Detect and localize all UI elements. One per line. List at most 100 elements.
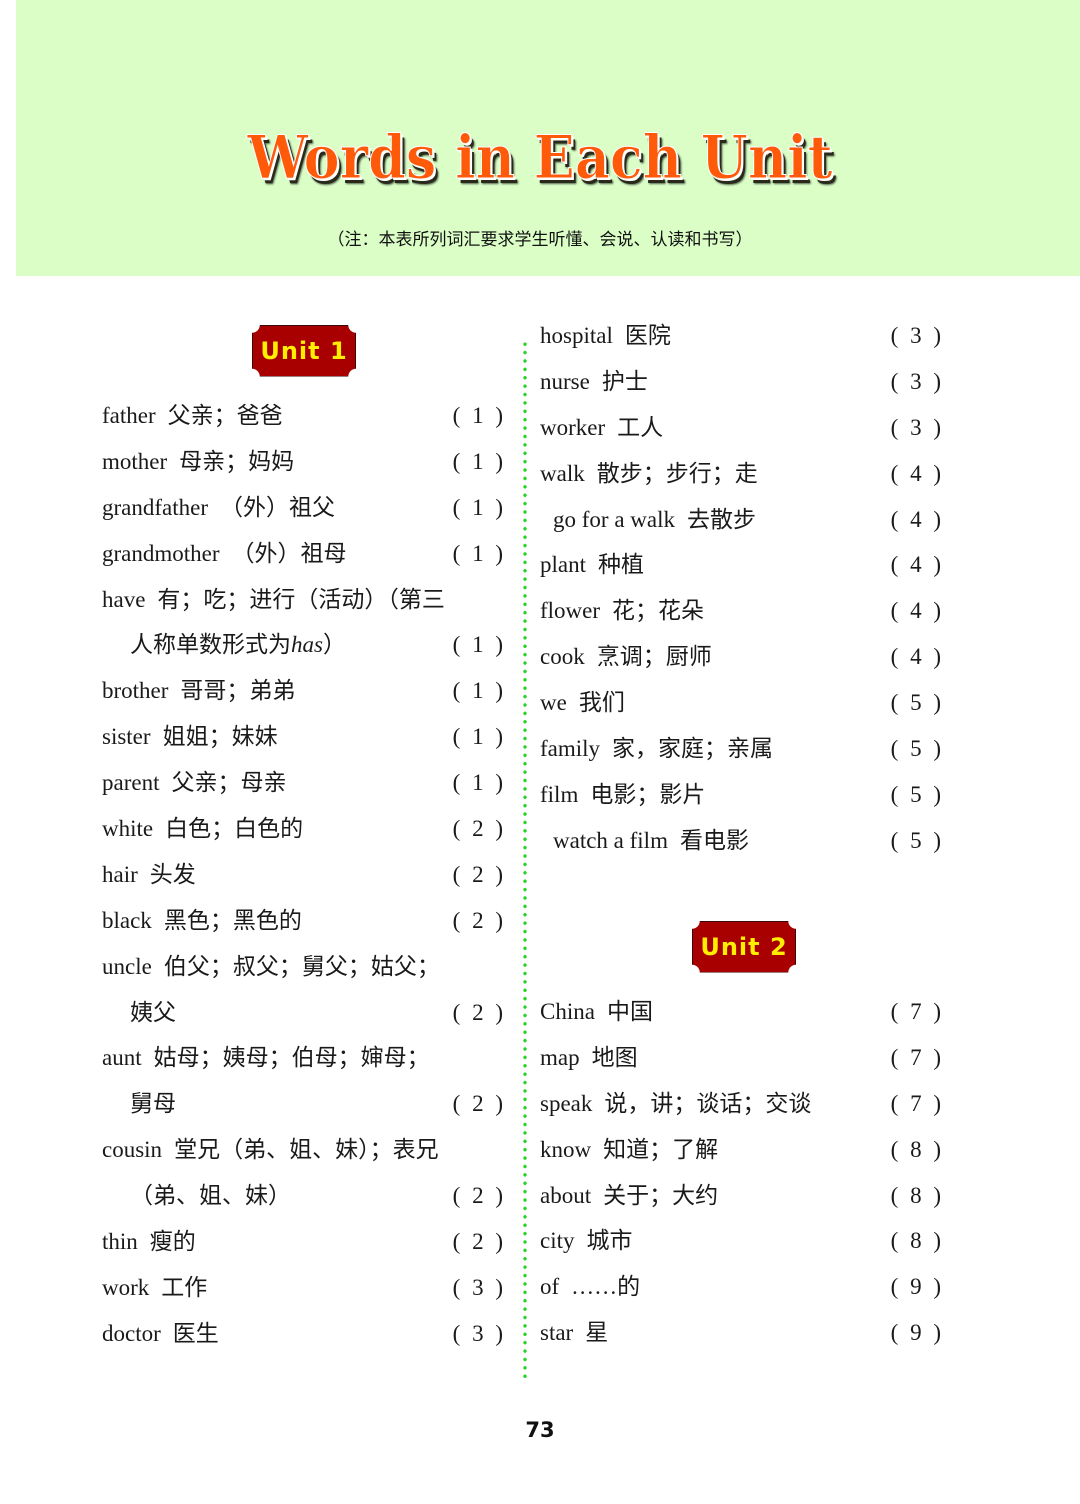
vocab-text: （弟、姐、妹） xyxy=(102,1183,291,1208)
vocab-text: aunt 姑母；姨母；伯母；婶母； xyxy=(102,1045,430,1070)
vocab-row: mother 母亲；妈妈 ( 1 ) xyxy=(102,439,506,485)
vocab-chinese: 医院 xyxy=(624,323,671,348)
unit-2-badge: Unit 2 xyxy=(692,921,796,973)
vocab-row: parent 父亲；母亲 ( 1 ) xyxy=(102,760,506,806)
vocab-row: family 家，家庭；亲属 ( 5 ) xyxy=(540,726,944,772)
vocab-english: about xyxy=(540,1182,592,1208)
unit-number: ( 1 ) xyxy=(452,403,506,428)
vocab-english: walk xyxy=(540,460,585,486)
unit-number: ( 7 ) xyxy=(890,999,944,1024)
unit-number: ( 2 ) xyxy=(452,1091,506,1117)
vocab-row: star 星 ( 9 ) xyxy=(540,1310,944,1356)
vocab-english: sister xyxy=(102,724,151,750)
vocab-text: 人称单数形式为has） xyxy=(102,632,346,657)
vocab-row: city 城市 ( 8 ) xyxy=(540,1218,944,1264)
vocab-row: （弟、姐、妹） ( 2 ) xyxy=(102,1173,506,1219)
vocab-text: we 我们 xyxy=(540,690,625,715)
vocab-english: black xyxy=(102,907,152,933)
vocab-chinese: 哥哥；弟弟 xyxy=(180,678,296,704)
vocab-row: we 我们 ( 5 ) xyxy=(540,680,944,726)
unit-number: ( 1 ) xyxy=(452,770,506,796)
unit-number: ( 9 ) xyxy=(890,1274,944,1300)
vocab-row: have 有；吃；进行（活动）（第三 xyxy=(102,577,506,623)
vocab-row: China 中国 ( 7 ) xyxy=(540,989,944,1035)
vocab-text: nurse 护士 xyxy=(540,369,648,394)
vocab-english: watch a film xyxy=(553,827,668,853)
unit-number: ( 7 ) xyxy=(890,1044,944,1070)
vocab-english: flower xyxy=(540,598,601,624)
vocab-chinese: 姑母；姨母；伯母；婶母； xyxy=(153,1045,430,1071)
vocab-row: work 工作 ( 3 ) xyxy=(102,1265,506,1311)
vocab-chinese: 护士 xyxy=(601,368,648,394)
unit-number: ( 8 ) xyxy=(890,1136,944,1162)
vocab-chinese: 医生 xyxy=(172,1320,219,1346)
vocab-text: 姨父 xyxy=(102,1000,176,1025)
vocab-chinese: 知道；了解 xyxy=(603,1136,719,1162)
vocab-english: white xyxy=(102,816,154,842)
vocab-row: nurse 护士 ( 3 ) xyxy=(540,359,944,405)
unit-number: ( 3 ) xyxy=(890,323,944,348)
vocab-english: cook xyxy=(540,644,585,670)
vocab-chinese: 伯父；叔父；舅父；姑父； xyxy=(163,953,440,979)
unit-number: ( 1 ) xyxy=(452,540,506,566)
vocab-row: film 电影；影片 ( 5 ) xyxy=(540,772,944,818)
vocab-text: sister 姐姐；妹妹 xyxy=(102,724,278,749)
vocab-english: parent xyxy=(102,770,160,796)
vocab-row: grandfather （外）祖父 ( 1 ) xyxy=(102,485,506,531)
page-number: 73 xyxy=(525,1418,555,1442)
unit-number: ( 3 ) xyxy=(890,368,944,394)
unit-number: ( 5 ) xyxy=(890,827,944,853)
vocab-text: plant 种植 xyxy=(540,552,644,577)
vocab-chinese: 烹调；厨师 xyxy=(596,644,712,670)
unit-number: ( 2 ) xyxy=(452,861,506,887)
unit-number: ( 1 ) xyxy=(452,678,506,704)
vocab-text: white 白色；白色的 xyxy=(102,816,303,841)
unit-number: ( 4 ) xyxy=(890,460,944,486)
vocab-text: know 知道；了解 xyxy=(540,1137,718,1162)
vocab-text: cousin 堂兄（弟、姐、妹）；表兄 xyxy=(102,1137,439,1162)
vocab-row: speak 说，讲；谈话；交谈 ( 7 ) xyxy=(540,1081,944,1127)
vocab-english: star xyxy=(540,1320,574,1346)
vocab-text: parent 父亲；母亲 xyxy=(102,770,286,795)
vocab-english: go for a walk xyxy=(553,506,675,532)
unit-number: ( 9 ) xyxy=(890,1320,944,1346)
vocab-row: sister 姐姐；妹妹 ( 1 ) xyxy=(102,714,506,760)
unit-number: ( 3 ) xyxy=(452,1274,506,1300)
vocab-text: thin 瘦的 xyxy=(102,1229,196,1254)
unit-number: ( 2 ) xyxy=(452,1183,506,1209)
header-note: （注：本表所列词汇要求学生听懂、会说、认读和书写） xyxy=(327,230,753,250)
vocab-text: uncle 伯父；叔父；舅父；姑父； xyxy=(102,954,440,979)
vocab-row: uncle 伯父；叔父；舅父；姑父； xyxy=(102,944,506,990)
vocab-english: hospital xyxy=(540,323,613,348)
vocab-english: aunt xyxy=(102,1045,142,1071)
column-divider xyxy=(523,340,527,1378)
vocab-english: of xyxy=(540,1274,560,1300)
vocab-row: go for a walk 去散步 ( 4 ) xyxy=(540,497,944,543)
vocab-chinese: 白色；白色的 xyxy=(165,816,304,842)
vocab-english: film xyxy=(540,781,579,807)
vocab-row: know 知道；了解 ( 8 ) xyxy=(540,1127,944,1173)
vocab-chinese: 中国 xyxy=(606,999,653,1024)
vocab-chinese-suffix: ） xyxy=(322,632,346,658)
vocab-text: map 地图 xyxy=(540,1045,638,1070)
vocab-chinese: 瘦的 xyxy=(149,1229,196,1255)
unit-number: ( 2 ) xyxy=(452,1229,506,1255)
vocab-text: hospital 医院 xyxy=(540,323,671,348)
vocab-chinese: 电影；影片 xyxy=(590,781,706,807)
vocab-text: go for a walk 去散步 xyxy=(540,507,756,532)
vocab-italic-note: has xyxy=(291,632,323,658)
vocab-chinese: 黑色；黑色的 xyxy=(163,907,302,933)
vocab-row: about 关于；大约 ( 8 ) xyxy=(540,1173,944,1219)
vocab-english: work xyxy=(102,1274,150,1300)
vocab-row: 舅母 ( 2 ) xyxy=(102,1081,506,1127)
vocab-row: 人称单数形式为has） ( 1 ) xyxy=(102,622,506,668)
vocab-chinese: 工人 xyxy=(617,414,664,440)
vocab-chinese: 种植 xyxy=(598,552,644,578)
unit-number: ( 7 ) xyxy=(890,1090,944,1116)
vocab-row: worker 工人 ( 3 ) xyxy=(540,405,944,451)
vocab-chinese: 花；花朵 xyxy=(612,598,705,624)
vocab-english: plant xyxy=(540,552,586,578)
vocab-english: know xyxy=(540,1136,592,1162)
vocab-english: China xyxy=(540,999,595,1024)
vocab-chinese: 星 xyxy=(585,1320,609,1346)
